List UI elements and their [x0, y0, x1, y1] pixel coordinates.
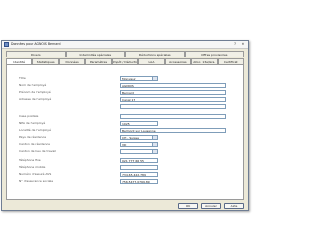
cancel-button[interactable]: Annuler	[201, 203, 221, 209]
field-label: N° d'assurance sociale	[19, 179, 54, 183]
tab-deductions-speciales[interactable]: Déductions spéciales	[125, 51, 185, 57]
landline-input[interactable]: 021 777 66 55	[120, 158, 158, 163]
identity-panel: Titre Monsieur Nom de l'employé AGNOIS P…	[6, 64, 244, 200]
help-button[interactable]: Aide	[224, 203, 244, 209]
field-label: Canton de résidence	[19, 142, 50, 146]
canton-residence-select[interactable]: VD	[120, 142, 158, 147]
app-icon	[4, 42, 9, 47]
field-adresse: Adresse de l'employé Canal 17	[19, 97, 239, 103]
field-npa: NPA de l'employé 1025	[19, 121, 239, 127]
field-telephone-mobile: Téléphone mobile	[19, 165, 239, 171]
window-controls: ? ✕	[231, 41, 247, 47]
postal-code-input[interactable]: 1025	[120, 121, 158, 126]
close-icon[interactable]: ✕	[239, 41, 247, 47]
field-localite: Localité de l'employé Belmont sur Lausan…	[19, 128, 239, 134]
field-prenom: Prénom de l'employé Bernard	[19, 90, 239, 96]
field-label: Numéro d'assuré AVS	[19, 172, 52, 176]
address-input[interactable]: Canal 17	[120, 97, 226, 102]
ok-button[interactable]: OK	[178, 203, 198, 209]
field-label: Pays de résidence	[19, 135, 47, 139]
title-bar: Données pour AGNOIS Bernard ? ✕	[2, 41, 248, 49]
country-select[interactable]: CH - Suisse	[120, 135, 158, 140]
field-label: Téléphone mobile	[19, 165, 46, 169]
field-label: NPA de l'employé	[19, 121, 46, 125]
field-adresse-2	[19, 104, 239, 110]
field-case-postale: Case postale	[19, 114, 239, 120]
avs-number-input[interactable]: 734.65.422.789	[120, 172, 158, 177]
field-assurance-sociale: N° d'assurance sociale 756.5477.0769.89	[19, 179, 239, 185]
city-input[interactable]: Belmont sur Lausanne	[120, 128, 226, 133]
first-name-input[interactable]: Bernard	[120, 90, 226, 95]
field-label: Prénom de l'employé	[19, 90, 51, 94]
field-label: Localité de l'employé	[19, 128, 51, 132]
social-insurance-input[interactable]: 756.5477.0769.89	[120, 179, 158, 184]
field-label: Titre	[19, 76, 26, 80]
field-canton-travail: Canton de lieu de travail	[19, 149, 239, 155]
title-select[interactable]: Monsieur	[120, 76, 158, 81]
field-label: Case postale	[19, 114, 39, 118]
field-label: Canton de lieu de travail	[19, 149, 57, 153]
help-icon[interactable]: ?	[231, 41, 239, 47]
tab-indemnites-speciales[interactable]: Indemnités spéciales	[65, 51, 125, 57]
last-name-input[interactable]: AGNOIS	[120, 83, 226, 88]
field-numero-avs: Numéro d'assuré AVS 734.65.422.789	[19, 172, 239, 178]
field-label: Adresse de l'employé	[19, 97, 52, 101]
field-nom: Nom de l'employé AGNOIS	[19, 83, 239, 89]
mobile-input[interactable]	[120, 165, 158, 170]
po-box-input[interactable]	[120, 114, 226, 119]
address-line2-input[interactable]	[120, 104, 226, 109]
tab-row-back: Divers Indemnités spéciales Déductions s…	[6, 51, 244, 57]
dialog-buttons: OK Annuler Aide	[178, 203, 244, 209]
window-title: Données pour AGNOIS Bernard	[11, 42, 61, 46]
field-titre: Titre Monsieur	[19, 76, 239, 82]
canton-work-select[interactable]	[120, 149, 158, 154]
field-canton-residence: Canton de résidence VD	[19, 142, 239, 148]
field-label: Nom de l'employé	[19, 83, 47, 87]
field-label: Téléphone fixe	[19, 158, 41, 162]
employee-data-dialog: Données pour AGNOIS Bernard ? ✕ Divers I…	[1, 40, 249, 211]
tab-divers[interactable]: Divers	[6, 51, 66, 57]
tab-offres-provisoires[interactable]: Offres provisoires	[184, 51, 244, 57]
field-telephone-fixe: Téléphone fixe 021 777 66 55	[19, 158, 239, 164]
field-pays: Pays de résidence CH - Suisse	[19, 135, 239, 141]
